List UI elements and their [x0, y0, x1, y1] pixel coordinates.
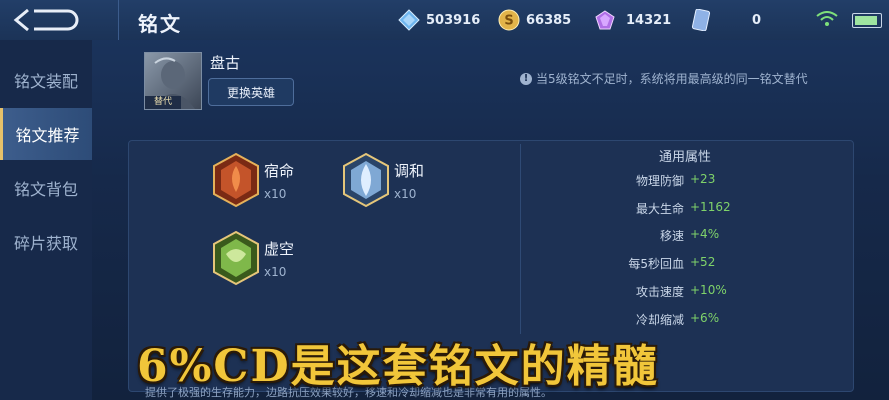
card-count: 0 — [752, 12, 762, 28]
attribute-value: +4% — [690, 227, 720, 241]
crystal-icon — [595, 10, 615, 30]
gold-count: 66385 — [526, 12, 572, 28]
avatar-badge: 替代 — [145, 96, 181, 109]
gold-coin-icon: S — [498, 9, 520, 31]
attribute-name: 最大生命 — [635, 202, 684, 216]
crystal-count: 14321 — [626, 12, 672, 28]
diamond-currency[interactable]: 503916 — [398, 8, 480, 32]
diamond-icon — [398, 9, 420, 31]
rune-count: x10 — [394, 186, 417, 201]
card-icon — [691, 9, 711, 31]
hero-avatar[interactable]: 替代 — [144, 52, 202, 110]
attribute-name: 冷却缩减 — [635, 313, 684, 327]
attribute-name: 物理防御 — [635, 174, 684, 188]
tip-message: ! 当5级铭文不足时，系统将用最高级的同一铭文替代 — [520, 70, 808, 87]
red-rune-icon — [213, 152, 259, 208]
sidebar-item-rune-recommend[interactable]: 铭文推荐 — [0, 108, 92, 160]
svg-text:S: S — [504, 14, 513, 29]
sidebar-item-fragment-obtain[interactable]: 碎片获取 — [0, 216, 92, 268]
attribute-name: 每5秒回血 — [628, 257, 684, 271]
attribute-value: +1162 — [690, 200, 731, 214]
crystal-currency[interactable]: 14321 — [594, 8, 671, 32]
change-hero-button[interactable]: 更换英雄 — [208, 78, 294, 106]
diamond-count: 503916 — [426, 12, 481, 28]
hero-name: 盘古 — [210, 54, 241, 72]
rune-item-suming[interactable]: 宿命 x10 — [210, 152, 294, 208]
rune-name: 宿命 — [264, 161, 295, 180]
tip-text: 当5级铭文不足时，系统将用最高级的同一铭文替代 — [536, 72, 808, 86]
rune-item-xukong[interactable]: 虚空 x10 — [210, 230, 294, 286]
info-icon: ! — [520, 72, 532, 85]
card-currency[interactable]: 0 — [690, 8, 761, 32]
blue-rune-icon — [343, 152, 389, 208]
battery-icon — [852, 13, 882, 28]
panel-divider — [520, 144, 521, 334]
green-rune-icon — [213, 230, 259, 286]
rune-count: x10 — [264, 264, 287, 279]
sidebar-item-rune-assembly[interactable]: 铭文装配 — [0, 54, 92, 106]
back-icon[interactable] — [10, 6, 90, 34]
page-title: 铭文 — [138, 12, 182, 36]
attribute-value: +10% — [690, 283, 727, 297]
sidebar-item-rune-bag[interactable]: 铭文背包 — [0, 162, 92, 214]
top-bar: 铭文 503916 S 66385 14321 0 — [0, 0, 889, 40]
sidebar: 铭文装配 铭文推荐 铭文背包 碎片获取 — [0, 40, 92, 400]
attribute-name: 攻击速度 — [635, 285, 684, 299]
title-separator — [118, 0, 119, 40]
gold-currency[interactable]: S 66385 — [498, 8, 571, 32]
rune-count: x10 — [264, 186, 287, 201]
attributes-title: 通用属性 — [658, 150, 711, 165]
attribute-value: +6% — [690, 311, 720, 325]
attribute-name: 移速 — [659, 229, 684, 243]
attribute-value: +52 — [690, 255, 716, 269]
attribute-value: +23 — [690, 172, 716, 186]
rune-name: 虚空 — [264, 239, 295, 258]
rune-name: 调和 — [394, 161, 425, 180]
rune-item-tiaohe[interactable]: 调和 x10 — [340, 152, 424, 208]
wifi-icon — [816, 11, 838, 26]
overlay-caption: 6%CD是这套铭文的精髓 — [137, 341, 659, 392]
